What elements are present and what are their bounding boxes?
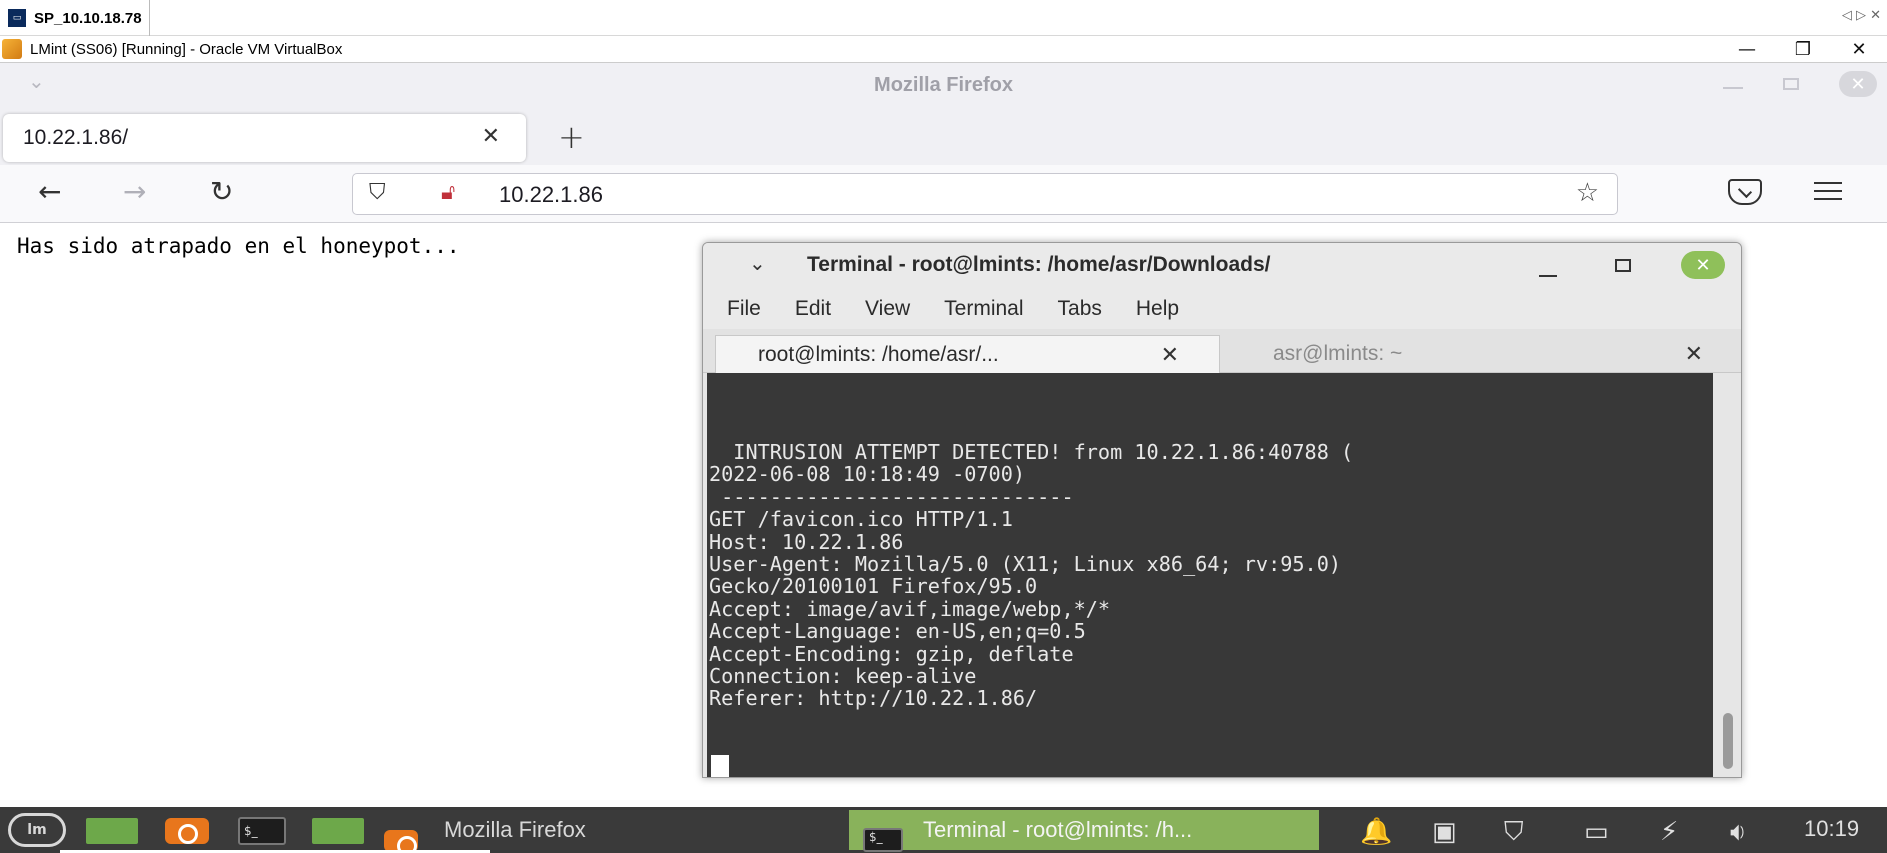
taskbar: lm $_ Mozilla Firefox $_ Terminal - root… xyxy=(0,807,1887,853)
update-manager-icon[interactable]: ▣ xyxy=(1432,817,1457,847)
terminal-line: Host: 10.22.1.86 xyxy=(709,529,904,554)
scrollbar-thumb[interactable] xyxy=(1723,713,1733,769)
terminal-line: Accept-Language: en-US,en;q=0.5 xyxy=(709,619,1086,644)
terminal-line: User-Agent: Mozilla/5.0 (X11; Linux x86_… xyxy=(709,552,1342,577)
remote-desktop-icon: ▭ xyxy=(8,9,26,27)
terminal-line: Accept: image/avif,image/webp,*/* xyxy=(709,596,1111,621)
reload-button[interactable]: ↻ xyxy=(210,175,233,208)
firefox-minimize-button[interactable] xyxy=(1723,87,1743,89)
firefox-navbar: ← → ↻ ⛉ 🔓︎ 10.22.1.86 ☆ xyxy=(0,165,1887,223)
url-bar[interactable]: ⛉ 🔓︎ 10.22.1.86 ☆ xyxy=(352,173,1618,215)
terminal-output[interactable]: INTRUSION ATTEMPT DETECTED! from 10.22.1… xyxy=(707,373,1713,777)
menu-terminal[interactable]: Terminal xyxy=(944,297,1023,321)
terminal-close-button[interactable]: ✕ xyxy=(1681,251,1725,279)
terminal-scrollbar[interactable] xyxy=(1713,373,1741,777)
tab-close-icon[interactable]: ✕ xyxy=(1685,341,1703,367)
terminal-line: Accept-Encoding: gzip, deflate xyxy=(709,641,1074,666)
terminal-tab-asr[interactable]: asr@lmints: ~ ✕ xyxy=(1223,335,1733,373)
menu-file[interactable]: File xyxy=(727,297,761,321)
display-icon[interactable]: ▭ xyxy=(1584,817,1609,847)
rdp-session-tab[interactable]: ▭ SP_10.10.18.78 xyxy=(0,0,150,36)
hamburger-menu-icon[interactable] xyxy=(1814,182,1842,206)
rdp-session-title: SP_10.10.18.78 xyxy=(34,9,142,27)
firefox-window-title: Mozilla Firefox xyxy=(874,74,1013,96)
firefox-close-button[interactable]: ✕ xyxy=(1839,71,1877,97)
virtualbox-window-title: LMint (SS06) [Running] - Oracle VM Virtu… xyxy=(30,40,343,58)
terminal-tab-label: asr@lmints: ~ xyxy=(1273,342,1403,365)
terminal-line: Referer: http://10.22.1.86/ xyxy=(709,686,1038,711)
firefox-maximize-button[interactable] xyxy=(1783,78,1799,90)
terminal-minimize-button[interactable] xyxy=(1539,275,1557,277)
chevron-down-icon[interactable]: ⌄ xyxy=(28,69,45,93)
notifications-bell-icon[interactable]: 🔔 xyxy=(1360,817,1392,847)
new-tab-button[interactable]: + xyxy=(558,118,585,156)
terminal-maximize-button[interactable] xyxy=(1615,259,1631,272)
chevron-down-icon[interactable]: ⌄ xyxy=(749,251,766,275)
menu-view[interactable]: View xyxy=(865,297,910,321)
taskbar-terminal-label: Terminal - root@lmints: /h... xyxy=(923,817,1193,842)
linux-mint-menu-icon[interactable]: lm xyxy=(8,813,66,847)
back-button[interactable]: ← xyxy=(38,175,61,208)
terminal-line: ----------------------------- xyxy=(709,484,1074,509)
terminal-icon: $_ xyxy=(863,828,903,852)
volume-icon[interactable]: 🔉︎ xyxy=(1730,817,1746,848)
files-launcher-icon[interactable] xyxy=(312,818,364,844)
firefox-launcher-icon[interactable] xyxy=(165,818,209,844)
terminal-text: INTRUSION ATTEMPT DETECTED! from 10.22.1… xyxy=(709,441,1353,710)
clock[interactable]: 10:19 xyxy=(1804,816,1859,842)
tab-close-icon[interactable]: ✕ xyxy=(482,124,500,149)
browser-tab-label: 10.22.1.86/ xyxy=(23,126,129,149)
menu-edit[interactable]: Edit xyxy=(795,297,831,321)
insecure-lock-icon[interactable]: 🔓︎ xyxy=(441,180,455,205)
taskbar-firefox-window[interactable]: Mozilla Firefox xyxy=(384,813,586,853)
terminal-tab-strip: root@lmints: /home/asr/... ✕ asr@lmints:… xyxy=(703,329,1741,373)
browser-tab[interactable]: 10.22.1.86/ ✕ xyxy=(3,114,526,162)
terminal-window: ⌄ Terminal - root@lmints: /home/asr/Down… xyxy=(702,242,1742,778)
terminal-line: GET /favicon.ico HTTP/1.1 xyxy=(709,507,1013,532)
menu-tabs[interactable]: Tabs xyxy=(1058,297,1102,321)
menu-help[interactable]: Help xyxy=(1136,297,1179,321)
terminal-title: Terminal - root@lmints: /home/asr/Downlo… xyxy=(807,253,1271,276)
terminal-launcher-icon[interactable]: $_ xyxy=(238,817,286,845)
terminal-line: 2022-06-08 10:18:49 -0700) xyxy=(709,462,1026,487)
terminal-line: Gecko/20100101 Firefox/95.0 xyxy=(709,574,1038,599)
maximize-button[interactable]: ❐ xyxy=(1775,36,1831,63)
minimize-button[interactable]: — xyxy=(1719,36,1775,63)
terminal-titlebar: ⌄ Terminal - root@lmints: /home/asr/Down… xyxy=(703,243,1741,289)
terminal-menubar: File Edit View Terminal Tabs Help xyxy=(703,289,1741,329)
forward-button[interactable]: → xyxy=(123,175,146,208)
terminal-tab-root[interactable]: root@lmints: /home/asr/... ✕ xyxy=(715,335,1220,373)
rdp-nav-controls[interactable]: ◁ ▷ ✕ xyxy=(1842,8,1881,23)
terminal-line: INTRUSION ATTEMPT DETECTED! from 10.22.1… xyxy=(709,440,1354,464)
tab-close-icon[interactable]: ✕ xyxy=(1161,342,1179,368)
power-icon[interactable]: ⚡ xyxy=(1660,817,1678,847)
firefox-tab-strip: 10.22.1.86/ ✕ + xyxy=(0,108,1887,165)
security-shield-icon[interactable]: ⛉ xyxy=(1504,817,1524,848)
terminal-line: Connection: keep-alive xyxy=(709,664,977,689)
bookmark-star-icon[interactable]: ☆ xyxy=(1576,178,1599,208)
show-desktop-icon[interactable] xyxy=(86,818,138,844)
virtualbox-titlebar: LMint (SS06) [Running] - Oracle VM Virtu… xyxy=(0,36,1887,63)
terminal-tab-label: root@lmints: /home/asr/... xyxy=(758,342,999,366)
firefox-icon xyxy=(384,830,418,853)
terminal-cursor xyxy=(711,755,729,777)
firefox-titlebar: ⌄ Mozilla Firefox ✕ xyxy=(0,63,1887,108)
url-text[interactable]: 10.22.1.86 xyxy=(499,182,603,208)
rdp-titlebar: ▭ SP_10.10.18.78 ◁ ▷ ✕ xyxy=(0,0,1887,36)
taskbar-terminal-window[interactable]: $_ Terminal - root@lmints: /h... xyxy=(849,810,1319,852)
close-button[interactable]: ✕ xyxy=(1831,36,1887,63)
pocket-icon[interactable] xyxy=(1728,179,1762,205)
taskbar-firefox-label: Mozilla Firefox xyxy=(444,817,586,842)
honeypot-message: Has sido atrapado en el honeypot... xyxy=(17,234,460,258)
tracking-shield-icon[interactable]: ⛉ xyxy=(369,180,386,205)
virtualbox-icon xyxy=(2,39,22,59)
